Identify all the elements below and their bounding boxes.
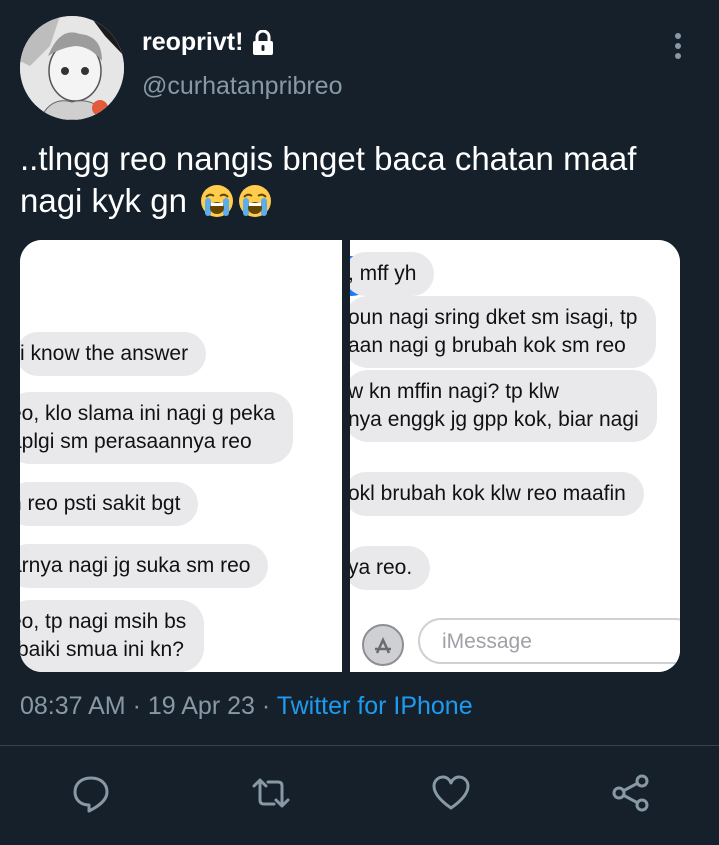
chat-bubble: ya reo. — [350, 546, 431, 590]
chat-bubble: i know the answer — [20, 332, 207, 376]
bubble-line: n reo psti sakit bgt — [20, 492, 181, 515]
bubble-line: eo, klo slama ini nagi g peka — [20, 402, 275, 425]
tweet-source-link[interactable]: Twitter for IPhone — [277, 692, 473, 720]
reply-icon[interactable] — [70, 772, 112, 814]
tweet-meta: 08:37 AM · 19 Apr 23 · Twitter for IPhon… — [20, 692, 473, 721]
bubble-line: okl brubah kok klw reo maafin — [350, 482, 626, 505]
chat-bubble: eo, tp nagi msih bs rbaiki smua ini kn? — [20, 600, 205, 672]
lock-icon — [251, 29, 275, 56]
share-icon[interactable] — [610, 772, 652, 814]
chat-bubble: , mff yh — [350, 252, 435, 296]
media-divider — [342, 240, 350, 672]
avatar[interactable] — [20, 16, 124, 120]
bubble-line: w kn mffin nagi? tp klw — [350, 380, 559, 403]
tweet-text: ..tlngg reo nangis bnget baca chatan maa… — [20, 138, 700, 222]
screenshot-right[interactable]: , mff yh oun nagi sring dket sm isagi, t… — [350, 240, 680, 672]
chat-bubble: oun nagi sring dket sm isagi, tp aan nag… — [350, 296, 656, 368]
bubble-line: ya reo. — [350, 556, 413, 579]
meta-separator: · — [132, 692, 141, 720]
chat-bubble: eo, klo slama ini nagi g peka aplgi sm p… — [20, 392, 293, 464]
chat-bubble: w kn mffin nagi? tp klw nya enggk jg gpp… — [350, 370, 657, 442]
display-name[interactable]: reoprivt! — [142, 28, 275, 57]
crying-face-icon — [200, 184, 234, 218]
tweet-detail: reoprivt! @curhatanpribreo ..tlngg reo n… — [0, 0, 719, 845]
avatar-image — [20, 16, 124, 120]
bubble-line: aplgi sm perasaannya reo — [20, 430, 252, 453]
tweet-time: 08:37 AM — [20, 692, 126, 720]
bubble-line: aan nagi g brubah kok sm reo — [350, 334, 626, 357]
like-icon[interactable] — [430, 772, 472, 814]
bubble-line: nya enggk jg gpp kok, biar nagi — [350, 408, 639, 431]
imessage-input: iMessage — [418, 618, 680, 664]
bubble-line: eo, tp nagi msih bs — [20, 610, 187, 633]
meta-separator: · — [261, 692, 271, 720]
bubble-line: arnya nagi jg suka sm reo — [20, 554, 251, 577]
tweet-media[interactable]: i know the answer eo, klo slama ini nagi… — [20, 240, 680, 672]
bubble-line: , mff yh — [350, 262, 417, 285]
tweet-text-content: ..tlngg reo nangis bnget baca chatan maa… — [20, 140, 637, 219]
bubble-line: rbaiki smua ini kn? — [20, 638, 184, 661]
bubble-line: oun nagi sring dket sm isagi, tp — [350, 306, 638, 329]
chat-bubble: arnya nagi jg suka sm reo — [20, 544, 269, 588]
crying-face-icon — [238, 184, 272, 218]
display-name-text: reoprivt! — [142, 28, 244, 56]
chat-bubble: n reo psti sakit bgt — [20, 482, 199, 526]
handle[interactable]: @curhatanpribreo — [142, 72, 343, 101]
tweet-date: 19 Apr 23 — [147, 692, 255, 720]
screenshot-left[interactable]: i know the answer eo, klo slama ini nagi… — [20, 240, 342, 672]
divider — [0, 745, 719, 746]
chat-bubble: okl brubah kok klw reo maafin — [350, 472, 644, 516]
imessage-compose-bar: iMessage — [350, 610, 680, 672]
more-icon[interactable] — [664, 30, 692, 62]
app-store-icon — [362, 624, 404, 666]
bubble-line: i know the answer — [20, 342, 189, 365]
retweet-icon[interactable] — [250, 772, 292, 814]
